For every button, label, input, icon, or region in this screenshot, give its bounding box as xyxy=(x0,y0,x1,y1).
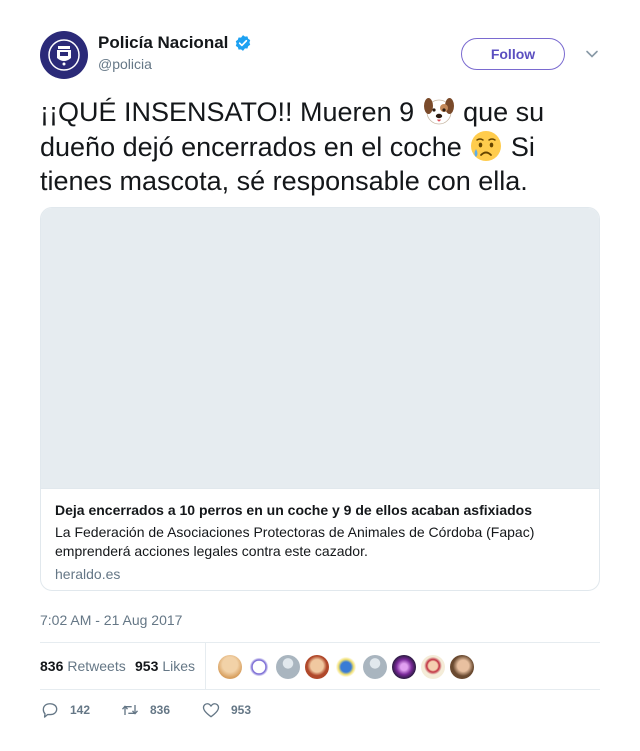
liker-avatar[interactable] xyxy=(392,655,416,679)
card-image-placeholder[interactable] xyxy=(41,208,599,489)
reply-action[interactable]: 142 xyxy=(40,700,90,720)
retweets-stat[interactable]: 836 Retweets xyxy=(40,658,126,674)
tweet-header: Policía Nacional @policia Follow xyxy=(40,31,600,79)
liker-avatar[interactable] xyxy=(305,655,329,679)
liker-avatar[interactable] xyxy=(450,655,474,679)
handle[interactable]: @policia xyxy=(98,56,252,72)
chevron-down-icon[interactable] xyxy=(585,47,599,61)
police-badge-icon xyxy=(48,39,80,71)
liker-avatar[interactable] xyxy=(247,655,271,679)
tweet-timestamp[interactable]: 7:02 AM - 21 Aug 2017 xyxy=(40,612,182,628)
avatar[interactable] xyxy=(40,31,88,79)
dog-face-icon xyxy=(423,98,454,125)
tweet-text-part-1: ¡¡QUÉ INSENSATO!! Mueren 9 xyxy=(40,97,422,127)
liker-avatar[interactable] xyxy=(334,655,358,679)
card-title[interactable]: Deja encerrados a 10 perros en un coche … xyxy=(55,501,585,519)
retweet-count: 836 xyxy=(150,703,171,717)
retweets-count: 836 xyxy=(40,658,64,674)
stats-divider xyxy=(205,643,206,689)
display-name-row[interactable]: Policía Nacional xyxy=(98,33,252,53)
liker-avatars xyxy=(218,655,474,679)
retweet-action[interactable]: 836 xyxy=(120,700,170,720)
tweet-text: ¡¡QUÉ INSENSATO!! Mueren 9 que su dueño … xyxy=(40,94,600,198)
like-count: 953 xyxy=(231,703,252,717)
card-domain: heraldo.es xyxy=(55,566,121,582)
likes-count: 953 xyxy=(135,658,159,674)
reply-count: 142 xyxy=(70,703,91,717)
like-action[interactable]: 953 xyxy=(201,700,251,720)
likes-label: Likes xyxy=(162,658,196,674)
follow-button[interactable]: Follow xyxy=(461,38,565,70)
liker-avatar[interactable] xyxy=(421,655,445,679)
liker-avatar[interactable] xyxy=(276,655,300,679)
heart-icon[interactable] xyxy=(201,700,221,720)
tweet-actions: 142 836 953 xyxy=(40,700,600,724)
likes-stat[interactable]: 953 Likes xyxy=(135,658,195,674)
display-name[interactable]: Policía Nacional xyxy=(98,33,228,53)
tweet-stats: 836 Retweets 953 Likes xyxy=(40,642,600,690)
reply-icon[interactable] xyxy=(40,700,60,720)
liker-avatar[interactable] xyxy=(218,655,242,679)
link-card[interactable]: Deja encerrados a 10 perros en un coche … xyxy=(40,207,600,591)
retweets-label: Retweets xyxy=(67,658,126,674)
crying-face-icon xyxy=(471,131,502,161)
verified-badge-icon xyxy=(236,35,251,51)
liker-avatar[interactable] xyxy=(363,655,387,679)
card-description: La Federación de Asociaciones Protectora… xyxy=(55,524,535,559)
retweet-icon[interactable] xyxy=(120,700,140,720)
